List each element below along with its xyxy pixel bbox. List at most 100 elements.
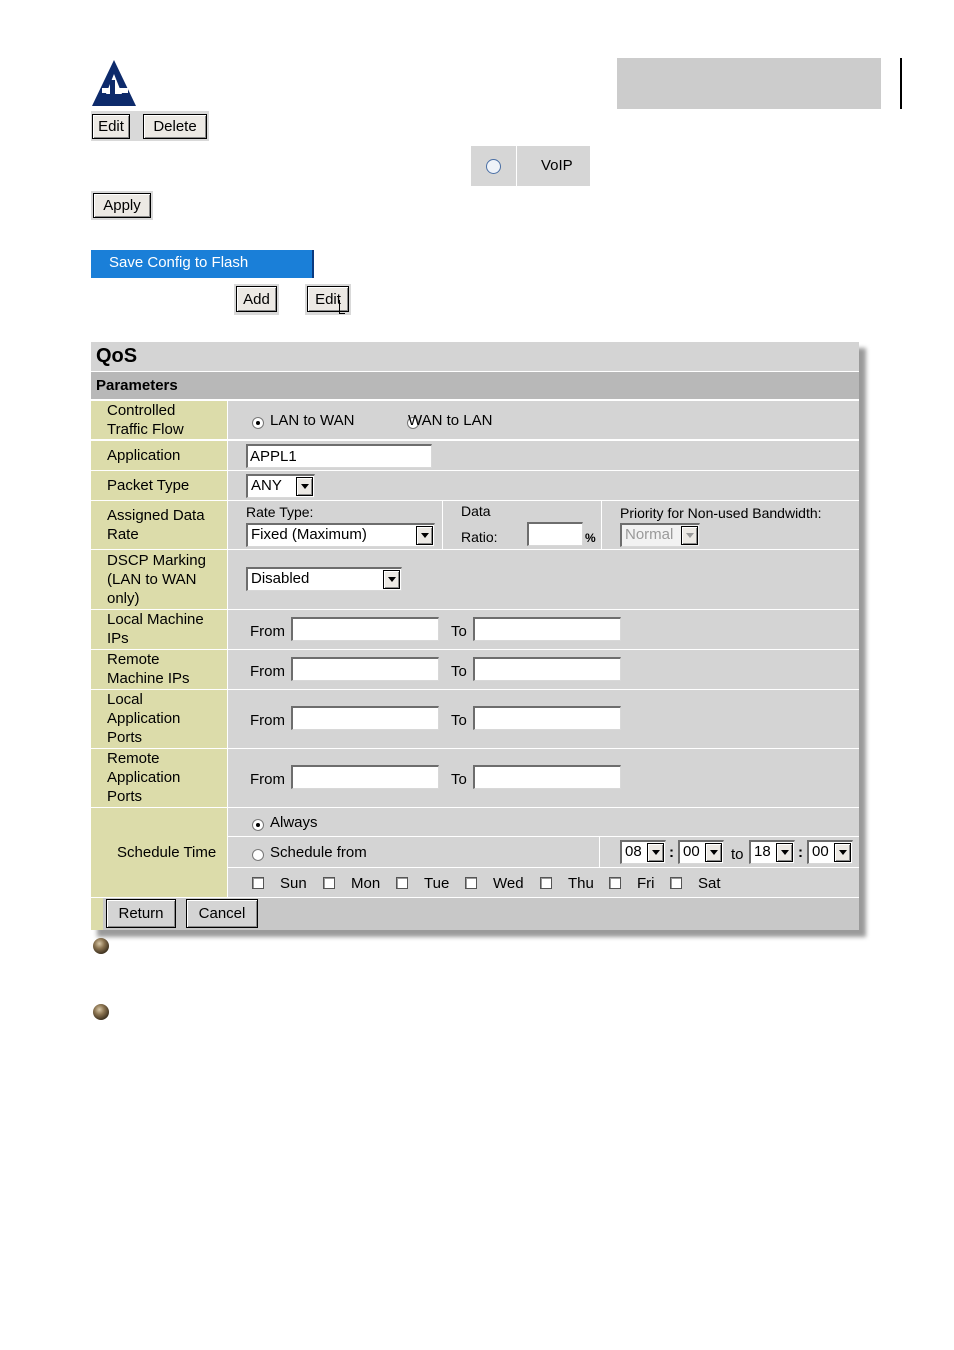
local-ports-from-label: From [250,712,285,729]
remote-ports-to-input[interactable] [473,765,621,789]
parameters-bar: Parameters [91,372,859,399]
colon-2: : [798,844,803,861]
voip-option[interactable]: VoIP [471,146,590,188]
parameters-heading: Parameters [96,377,178,394]
edit-button[interactable]: Edit [92,114,130,139]
rate-type-value: Fixed (Maximum) [251,526,367,543]
dscp-select[interactable]: Disabled [246,567,402,591]
qos-title: QoS [96,345,138,367]
local-ports-to-label: To [451,712,467,729]
remote-ips-to-input[interactable] [473,657,621,681]
save-config-to-flash[interactable]: Save Config to Flash [91,250,314,278]
chevron-down-icon [681,526,698,545]
chevron-down-icon [296,477,313,496]
priority-value: Normal [625,526,674,543]
save-config-label: Save Config to Flash [109,254,249,271]
local-ips-cell: From To [228,610,859,649]
percent-label: % [585,531,596,545]
delete-button[interactable]: Delete [143,114,207,139]
priority-cell: Priority for Non-used Bandwidth: Normal [602,501,859,549]
day-checkbox-tue[interactable] [396,877,408,889]
always-radio[interactable] [252,819,264,832]
chevron-down-icon [416,526,433,545]
assigned-rate-label: Assigned Data Rate [91,501,227,549]
to-min-value: 00 [812,843,829,860]
form-button-bar: Return Cancel [91,898,859,930]
from-hour-value: 08 [625,843,642,860]
apply-button[interactable]: Apply [93,193,151,218]
remote-ports-from-label: From [250,771,285,788]
remote-ports-from-input[interactable] [291,765,439,789]
from-hour-select[interactable]: 08 [620,840,666,864]
day-label-tue: Tue [424,875,450,892]
day-label-sun: Sun [280,875,307,892]
voip-label: VoIP [541,157,573,174]
day-checkbox-fri[interactable] [609,877,621,889]
voip-radio-cell [471,146,517,186]
dscp-cell: Disabled [228,550,859,609]
schedule-label: Schedule Time [91,808,227,897]
assigned-rate-label-text: Assigned Data Rate [107,507,205,543]
remote-ports-to-label: To [451,771,467,788]
colon-1: : [669,844,674,861]
remote-ports-label: Remote Application Ports [91,749,227,807]
lan-to-wan-radio[interactable] [252,417,264,430]
local-ports-from-input[interactable] [291,706,439,730]
local-ips-to-input[interactable] [473,617,621,641]
schedule-from-radio[interactable] [252,849,264,862]
chevron-down-icon [776,843,793,862]
day-checkbox-wed[interactable] [465,877,477,889]
chevron-down-icon [705,843,722,862]
local-ips-label: Local Machine IPs [91,610,227,649]
remote-ips-from-input[interactable] [291,657,439,681]
local-ips-from-label: From [250,623,285,640]
add-button[interactable]: Add [236,286,277,312]
cancel-button[interactable]: Cancel [186,899,258,928]
packet-type-label: Packet Type [91,471,227,500]
chevron-down-icon [383,570,400,589]
bullet-icon [93,938,109,954]
packet-type-value: ANY [251,477,282,494]
day-label-mon: Mon [351,875,381,892]
from-min-value: 00 [683,843,700,860]
wan-to-lan-label: WAN to LAN [408,412,493,429]
to-min-select[interactable]: 00 [807,840,853,864]
schedule-from-cell: Schedule from [228,837,599,867]
to-label: to [731,846,744,863]
chevron-down-icon [647,843,664,862]
packet-type-select[interactable]: ANY [246,474,315,498]
return-button[interactable]: Return [106,899,176,928]
remote-ips-to-label: To [451,663,467,680]
day-label-sat: Sat [698,875,721,892]
qos-title-bar: QoS [91,342,859,371]
remote-ports-cell: From To [228,749,859,807]
to-hour-select[interactable]: 18 [749,840,795,864]
dscp-value: Disabled [251,570,310,587]
schedule-from-label: Schedule from [270,844,367,861]
remote-ports-label-text: Remote Application Ports [107,750,181,805]
local-ports-to-input[interactable] [473,706,621,730]
atlantis-logo [92,60,136,106]
local-ips-from-input[interactable] [291,617,439,641]
to-hour-value: 18 [754,843,771,860]
traffic-flow-label-text: Controlled Traffic Flow [107,402,184,438]
day-checkbox-sun[interactable] [252,877,264,889]
traffic-flow-label: Controlled Traffic Flow [91,401,227,439]
day-checkbox-thu[interactable] [540,877,552,889]
text-cursor-icon [339,300,345,314]
ratio-input[interactable] [527,522,583,546]
packet-type-cell: ANY [228,471,859,500]
logo-mark-icon [92,60,136,106]
rate-type-select[interactable]: Fixed (Maximum) [246,523,435,547]
day-checkbox-sat[interactable] [670,877,682,889]
day-checkbox-mon[interactable] [323,877,335,889]
dscp-label-text: DSCP Marking (LAN to WAN only) [107,552,206,607]
traffic-flow-cell: LAN to WAN WAN to LAN [228,401,859,439]
qos-panel: QoS Parameters Controlled Traffic Flow L… [91,342,859,930]
priority-select[interactable]: Normal [620,523,700,547]
schedule-label-text: Schedule Time [117,844,217,861]
voip-radio[interactable] [486,158,501,174]
application-input[interactable]: APPL1 [246,444,432,468]
local-ports-cell: From To [228,690,859,748]
from-min-select[interactable]: 00 [678,840,724,864]
